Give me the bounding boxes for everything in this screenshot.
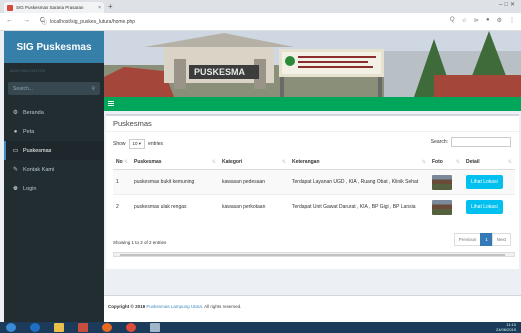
lihat-lokasi-button[interactable]: Lihat Lokasi [466,175,503,189]
system-clock[interactable]: 11:10 24/06/2019 [495,322,516,332]
cell-detail: Lihat Lokasi [463,194,515,220]
table-search: Search: [431,137,511,147]
cell-puskesmas: puskesmas ulak rengas [131,194,219,220]
sidebar-item-label: Login [23,185,37,192]
cell-detail: Lihat Lokasi [463,169,515,195]
sidebar: SIG Puskesmas MAIN NAVIGATION Search... … [4,31,104,322]
sidebar-item-login[interactable]: ♚ Login [4,179,104,198]
sidebar-item-label: Peta [23,128,35,135]
ie-icon[interactable] [30,323,40,332]
search-icon[interactable]: ⚲ [91,86,95,92]
edit-icon: ✎ [12,167,19,173]
tab-title: SIG Puskesmas Sarana Prasaran [16,5,84,10]
table-info: Showing 1 to 2 of 2 entries [113,240,167,245]
circle-icon: ● [13,128,18,135]
copyright-text: Copyright © 2019 [108,304,146,309]
app-icon[interactable] [150,323,160,332]
url-text: localhost/sig_puskes_lutura/home.php [50,19,136,25]
cell-keterangan: Terdapat Layanan UGD , KIA , Ruang Obat … [289,169,429,195]
info-icon[interactable]: ⓘ [42,19,47,26]
column-header-keterangan[interactable]: Keterangan ⇅ [289,155,429,170]
next-page-button[interactable]: Next [491,233,511,246]
sidebar-item-puskesmas[interactable]: ▭ Puskesmas [4,141,104,160]
sidebar-item-label: Puskesmas [23,147,52,154]
cell-keterangan: Terdapat Unit Gawat Darurat , KIA , BP G… [289,194,429,220]
lihat-lokasi-button[interactable]: Lihat Lokasi [466,200,503,215]
sidebar-item-beranda[interactable]: ⚙ Beranda [4,103,104,122]
table-row: 2 puskesmas ulak rengas kawasan perkotaa… [113,194,515,220]
search-placeholder: Search... [13,85,34,92]
page-footer: Copyright © 2019 Puskesmas Lampung Utara… [104,295,521,322]
cell-puskesmas: puskesmas bukit kemuning [131,169,219,195]
banner-sign-text: PUSKESMA [194,67,246,77]
sidebar-item-peta[interactable]: ● Peta [4,122,104,141]
footer-link[interactable]: Puskesmas Lampung Utara. [146,304,203,309]
clock-date: 24/06/2019 [495,326,516,332]
media-icon[interactable] [78,323,88,332]
puskesmas-photo[interactable] [432,174,452,190]
show-label: Show [113,141,126,147]
extension-icon[interactable]: ● [486,17,490,24]
puskesmas-photo[interactable] [432,199,452,215]
column-header-no[interactable]: No ⇅ [113,155,131,170]
puskesmas-box: Puskesmas Show 10 ▾ entries Search: No ⇅ … [106,114,519,269]
horizontal-scrollbar[interactable] [113,252,515,257]
window-controls[interactable]: –□✕ [499,1,517,8]
header-banner-image: PUSKESMA [104,31,521,97]
column-header-kategori[interactable]: Kategori ⇅ [219,155,289,170]
entries-length-control: Show 10 ▾ entries [113,139,163,149]
cell-no: 2 [113,194,131,220]
pagination: Previous 1 Next [453,233,511,246]
browser-toolbar-icons: Q ☆ ⊳ ● ⚙ ⋮ [450,17,515,24]
entries-label: entries [148,141,164,147]
cell-kategori: kawasan perkotaan [219,194,289,220]
column-header-puskesmas[interactable]: Puskesmas ⇅ [131,155,219,170]
entries-value: 10 [132,141,138,146]
column-header-foto[interactable]: Foto ⇅ [429,155,463,170]
menu-icon[interactable]: ⋮ [509,17,515,24]
divider [106,131,519,132]
previous-page-button[interactable]: Previous [453,233,482,246]
puskesmas-table: No ⇅ Puskesmas ⇅ Kategori ⇅ Keterangan ⇅ Fot… [113,155,515,220]
start-icon[interactable] [6,323,16,332]
rights-text: All rights reserved. [204,304,242,309]
monitor-icon: ▭ [12,148,19,154]
url-field[interactable]: ⓘ localhost/sig_puskes_lutura/home.php [42,17,422,27]
brand-logo[interactable]: SIG Puskesmas [4,31,104,63]
nav-header: MAIN NAVIGATION [10,69,46,73]
sidebar-toggle-icon[interactable] [108,101,114,106]
cast-icon[interactable]: ⊳ [474,17,479,24]
search-label: Search: [430,139,448,145]
cell-foto [429,194,463,220]
top-navbar [104,97,521,111]
user-icon: ♚ [12,186,19,192]
sidebar-item-label: Kontak Kami [23,166,55,173]
browser-tab[interactable]: SIG Puskesmas Sarana Prasaran × [4,2,104,13]
box-title: Puskesmas [113,119,152,128]
zoom-icon[interactable]: Q [450,17,455,24]
favicon-icon [7,4,13,11]
sidebar-item-kontak-kami[interactable]: ✎ Kontak Kami [4,160,104,179]
cell-kategori: kawasan pedesaan [219,169,289,195]
browser-icon[interactable] [102,323,112,332]
scrollbar-thumb[interactable] [120,254,505,256]
table-search-input[interactable] [451,137,511,147]
tab-close-icon[interactable]: × [98,5,104,11]
chrome-icon[interactable] [126,323,136,332]
entries-select[interactable]: 10 ▾ [128,139,146,149]
sidebar-item-label: Beranda [23,109,44,116]
new-tab-button[interactable]: + [108,2,113,11]
gear-icon: ⚙ [12,110,19,116]
cell-no: 1 [113,169,131,195]
cell-foto [429,169,463,195]
table-header-row: No ⇅ Puskesmas ⇅ Kategori ⇅ Keterangan ⇅ Fot… [113,155,515,170]
column-header-detail[interactable]: Detail ⇅ [463,155,515,170]
bookmark-star-icon[interactable]: ☆ [462,17,467,24]
sidebar-search-input[interactable]: Search... ⚲ [8,82,100,95]
folder-icon[interactable] [54,323,64,332]
extension-icon[interactable]: ⚙ [497,17,502,24]
table-row: 1 puskesmas bukit kemuning kawasan pedes… [113,169,515,195]
